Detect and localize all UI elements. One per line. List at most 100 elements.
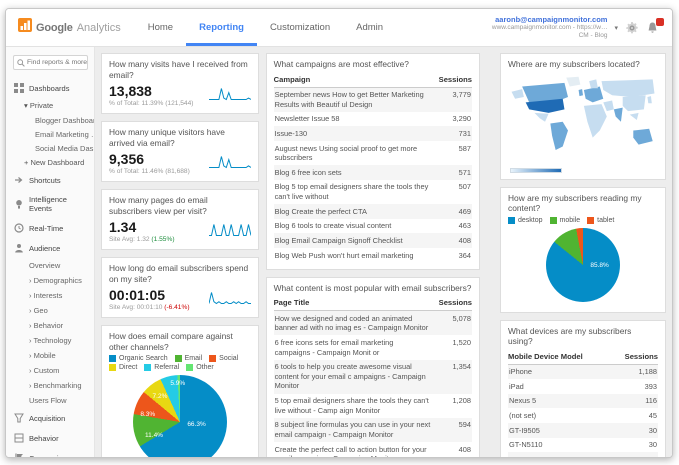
sidebar-item-behavior-sub[interactable]: › Behavior — [6, 318, 94, 333]
product-text: Analytics — [76, 21, 121, 34]
table-row: Nexus 5 116 — [508, 393, 658, 409]
pie-slice-label: 5.9% — [170, 380, 186, 388]
notifications-bell-icon[interactable] — [646, 17, 664, 35]
table-row: Blog 6 tools to create visual content 463 — [274, 221, 471, 231]
widget-question: How many visits have I received from ema… — [109, 59, 248, 80]
sidebar-item-benchmarking[interactable]: › Benchmarking — [6, 378, 94, 393]
funnel-icon — [14, 413, 24, 423]
flowchart-icon — [14, 433, 24, 443]
metric-subtext: % of Total: 11.39% (121,544) — [109, 100, 194, 108]
widget-devices-table: What devices are my subscribers using? M… — [500, 319, 666, 457]
google-analytics-logo[interactable]: Google Analytics — [6, 9, 135, 46]
sidebar-item-shortcuts[interactable]: Shortcuts — [6, 170, 94, 190]
nav-tab-home[interactable]: Home — [135, 9, 186, 46]
table-row: (not set) 45 — [509, 410, 657, 420]
sidebar-item-blogger-dashboard[interactable]: Blogger Dashboard — [6, 113, 94, 127]
legend-swatch — [587, 216, 595, 224]
sidebar-item-mobile[interactable]: › Mobile — [6, 348, 94, 363]
sparkline-chart — [208, 87, 251, 106]
table-header: Mobile Device Model Sessions — [508, 350, 658, 365]
metric-value: 9,356 — [109, 151, 145, 168]
nav-tab-customization[interactable]: Customization — [257, 9, 343, 46]
widget-question: What content is most popular with email … — [273, 282, 472, 293]
sidebar-item-real-time[interactable]: Real-Time — [6, 218, 94, 238]
table-header: Page Title Sessions — [273, 296, 472, 312]
notification-badge — [656, 17, 664, 26]
search-icon — [17, 54, 25, 72]
widget-channels-pie: How does email compare against other cha… — [101, 325, 259, 457]
widget-visits: How many visits have I received from ema… — [101, 53, 259, 115]
sidebar-item-audience[interactable]: Audience — [6, 238, 94, 258]
settings-gear-icon[interactable] — [625, 21, 639, 35]
table-row: How we designed and coded an animated ba… — [273, 311, 472, 336]
widget-content-table: What content is most popular with email … — [265, 276, 480, 458]
chevron-down-icon: ▾ — [24, 101, 28, 110]
metric-value: 13,838 — [109, 83, 152, 99]
metric-value: 00:01:05 — [109, 287, 166, 304]
sidebar-item-conversions[interactable]: Conversions — [6, 448, 94, 457]
legend-swatch — [174, 355, 182, 363]
sparkline-chart — [208, 291, 251, 310]
table-row: iPad 393 — [509, 381, 657, 391]
chevron-down-icon: ▾ — [614, 24, 618, 32]
sidebar-nav: Dashboards ▾ Private Blogger Dashboard E… — [6, 78, 94, 457]
widget-pages-per-visit: How many pages do email subscribers view… — [101, 189, 259, 251]
table-row: August news Using social proof to get mo… — [274, 143, 471, 163]
table-row: Newsletter Issue 58 3,290 — [274, 114, 471, 124]
pie-slice-label: 66.3% — [187, 421, 206, 429]
pie-legend: desktop mobile tablet — [508, 216, 658, 224]
account-menu[interactable]: aaronb@campaignmonitor.com www.campaignm… — [492, 9, 672, 46]
world-map — [508, 73, 658, 173]
table-row: Create the perfect call to action button… — [274, 444, 471, 458]
widget-question: How are my subscribers reading my conten… — [508, 192, 642, 214]
table-row: Issue-130 731 — [273, 126, 472, 141]
logo-icon — [18, 18, 32, 37]
sidebar-item-overview[interactable]: Overview — [6, 258, 94, 273]
sidebar-item-dashboards[interactable]: Dashboards — [6, 78, 94, 98]
person-icon — [14, 243, 24, 253]
sidebar: Dashboards ▾ Private Blogger Dashboard E… — [6, 47, 95, 457]
app-window: Google Analytics Home Reporting Customiz… — [5, 8, 673, 458]
table-row: September news How to get Better Marketi… — [273, 87, 472, 112]
legend-swatch — [549, 216, 557, 224]
sidebar-item-technology[interactable]: › Technology — [6, 333, 94, 348]
account-email: aaronb@campaignmonitor.com — [495, 14, 608, 24]
widget-question: How many pages do email subscribers view… — [109, 195, 208, 216]
sidebar-item-email-marketing-dashboard[interactable]: Email Marketing … — [6, 127, 94, 141]
lightbulb-icon — [14, 199, 24, 209]
widget-question: What campaigns are most effective? — [273, 59, 409, 69]
widget-question: How long do email subscribers spend on m… — [109, 263, 249, 284]
sidebar-item-behavior[interactable]: Behavior — [6, 428, 94, 448]
sparkline-chart — [208, 155, 251, 174]
sidebar-item-demographics[interactable]: › Demographics — [6, 273, 94, 288]
sidebar-item-social-media-dashboard[interactable]: Social Media Das… — [6, 141, 94, 155]
metric-subtext: Site Avg: 00:01:10 (-6.41%) — [109, 304, 190, 312]
sidebar-item-acquisition[interactable]: Acquisition — [6, 408, 94, 428]
pie-slice-label: 11.4% — [145, 431, 163, 439]
sidebar-item-interests[interactable]: › Interests — [6, 288, 94, 303]
channels-pie-chart: 66.3% 11.4% 8.3% 7.2% 5.9% — [132, 375, 227, 457]
metric-value: 1.34 — [109, 219, 137, 236]
report-search[interactable] — [13, 54, 89, 72]
table-row: Blog 5 top email designers share the too… — [274, 182, 471, 201]
search-input[interactable] — [27, 59, 89, 66]
sidebar-item-new-dashboard[interactable]: + New Dashboard — [6, 155, 94, 170]
table-row: iPhone 1,188 — [508, 364, 658, 380]
nav-tab-reporting[interactable]: Reporting — [186, 9, 257, 46]
table-row: Blog 6 free icon sets 571 — [273, 165, 472, 180]
sidebar-group-private[interactable]: ▾ Private — [6, 98, 94, 113]
sidebar-item-intelligence-events[interactable]: Intelligence Events — [6, 190, 94, 218]
account-view: CM - Blog — [578, 32, 608, 40]
sidebar-item-custom[interactable]: › Custom — [6, 363, 94, 378]
nav-tab-admin[interactable]: Admin — [343, 9, 396, 46]
widget-question: What devices are my subscribers using? — [508, 325, 632, 347]
widget-campaigns-table: What campaigns are most effective? Campa… — [265, 53, 480, 270]
table-row: Blog Create the perfect CTA 469 — [273, 204, 472, 219]
sidebar-item-geo[interactable]: › Geo — [6, 303, 94, 318]
table-header: Campaign Sessions — [273, 73, 472, 88]
account-info: aaronb@campaignmonitor.com www.campaignm… — [492, 15, 608, 41]
table-row: GT-I910015 — [508, 452, 658, 457]
sidebar-item-users-flow[interactable]: Users Flow — [6, 393, 94, 408]
widget-time-on-site: How long do email subscribers spend on m… — [101, 257, 259, 319]
table-row: GT-I9505 30 — [508, 423, 658, 438]
